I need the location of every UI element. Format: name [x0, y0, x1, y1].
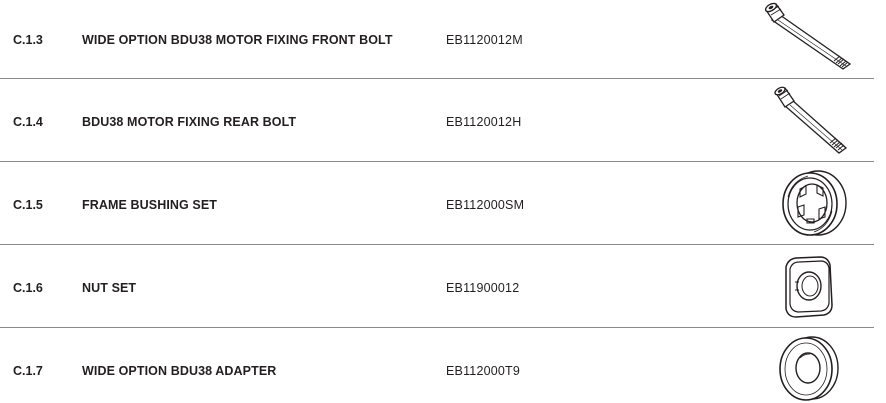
- table-row: C.1.7 WIDE OPTION BDU38 ADAPTER EB112000…: [0, 328, 876, 403]
- part-code: C.1.4: [13, 115, 43, 129]
- bolt-icon: [762, 85, 862, 157]
- part-number: EB1120012M: [446, 33, 523, 47]
- part-code: C.1.6: [13, 281, 43, 295]
- part-number: EB1120012H: [446, 115, 522, 129]
- table-row: C.1.5 FRAME BUSHING SET EB112000SM: [0, 162, 876, 244]
- part-number: EB112000SM: [446, 198, 525, 212]
- part-code: C.1.3: [13, 33, 43, 47]
- bushing-icon: [762, 167, 862, 239]
- adapter-ring-icon: [762, 334, 862, 402]
- table-row: C.1.6 NUT SET EB11900012: [0, 245, 876, 327]
- part-description: WIDE OPTION BDU38 ADAPTER: [82, 364, 277, 378]
- part-code: C.1.7: [13, 364, 43, 378]
- part-description: FRAME BUSHING SET: [82, 198, 218, 212]
- part-code: C.1.5: [13, 198, 43, 212]
- part-number: EB11900012: [446, 281, 520, 295]
- part-description: WIDE OPTION BDU38 MOTOR FIXING FRONT BOL…: [82, 33, 393, 47]
- nut-icon: [762, 253, 862, 321]
- part-description: NUT SET: [82, 281, 137, 295]
- table-row: C.1.3 WIDE OPTION BDU38 MOTOR FIXING FRO…: [0, 0, 876, 78]
- table-row: C.1.4 BDU38 MOTOR FIXING REAR BOLT EB112…: [0, 79, 876, 161]
- part-description: BDU38 MOTOR FIXING REAR BOLT: [82, 115, 297, 129]
- parts-table: C.1.3 WIDE OPTION BDU38 MOTOR FIXING FRO…: [0, 0, 886, 403]
- part-number: EB112000T9: [446, 364, 521, 378]
- long-bolt-icon: [762, 2, 862, 74]
